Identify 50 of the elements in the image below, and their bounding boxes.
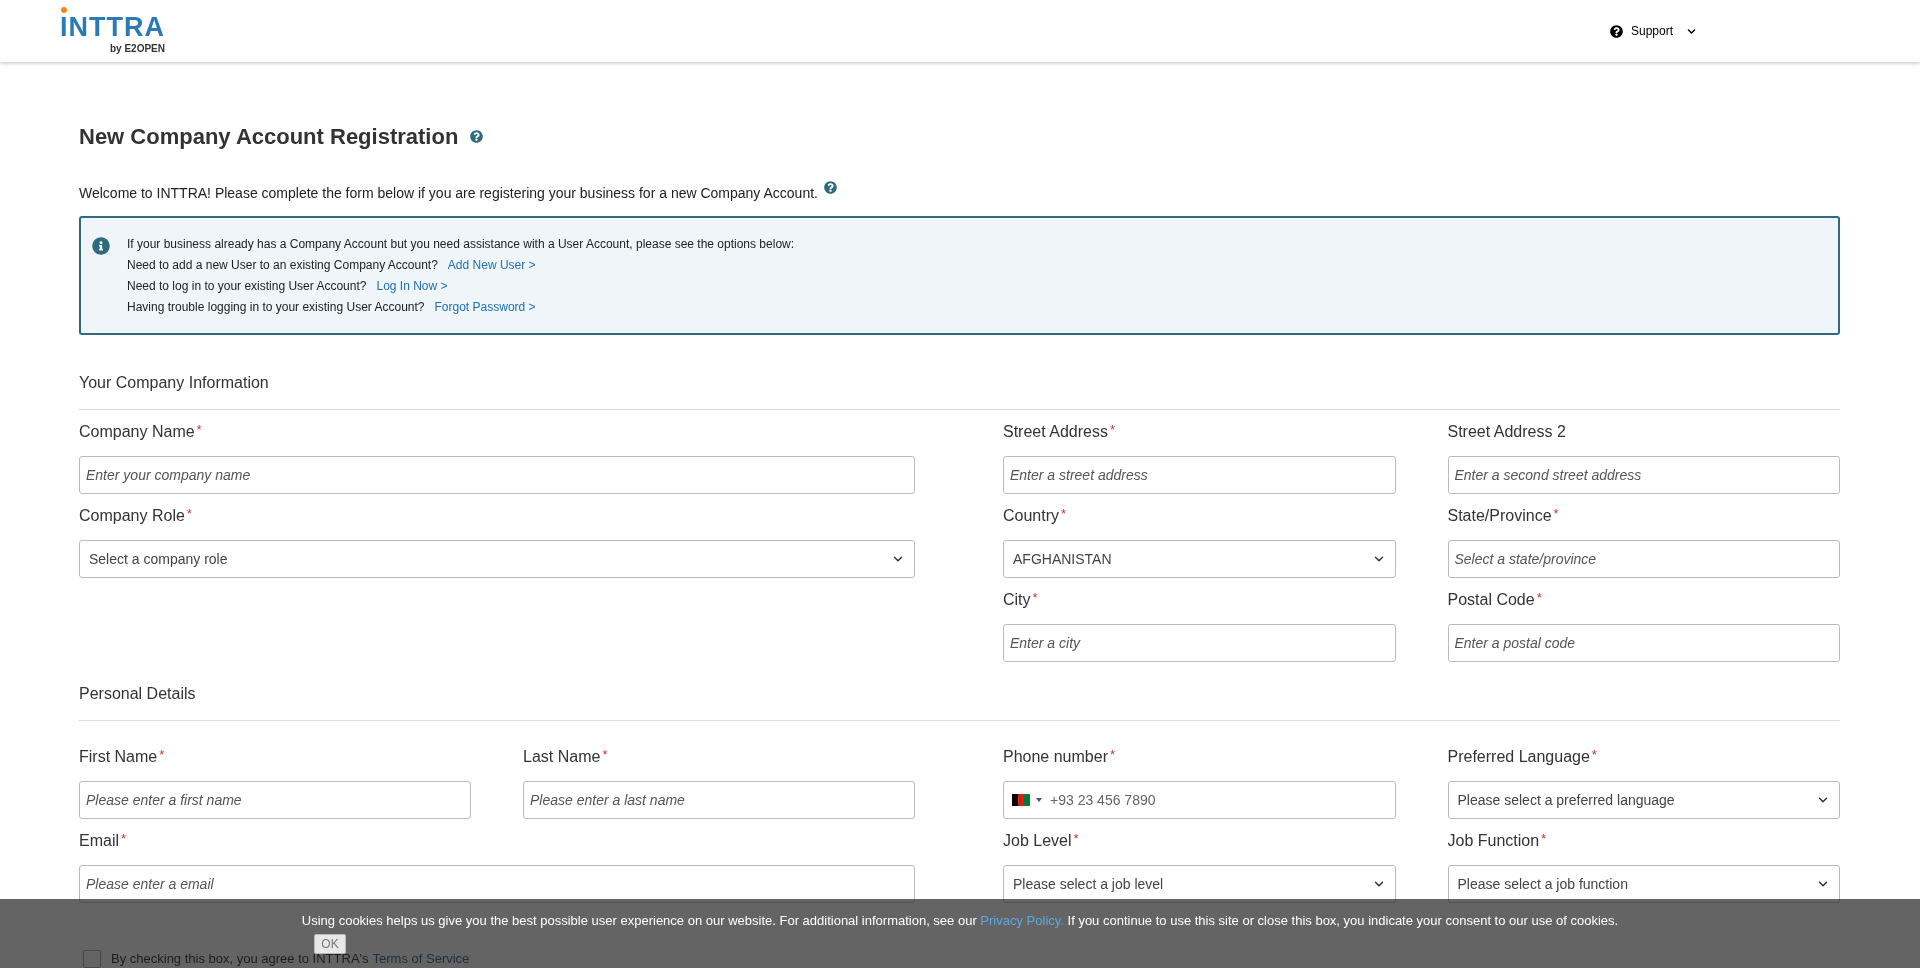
field-label: Postal Code* <box>1447 589 1542 610</box>
field-label: Phone number* <box>1003 746 1116 767</box>
help-icon[interactable] <box>823 181 837 194</box>
field-label: Job Level* <box>1003 830 1079 851</box>
phone-field[interactable]: +93 23 456 7890 <box>1003 781 1396 819</box>
info-text: Need to add a new User to an existing Company Account? <box>127 257 438 273</box>
field-label: Street Address* <box>1003 421 1115 442</box>
info-link[interactable]: Add New User > <box>447 257 536 273</box>
section-title: Your Company Information <box>79 371 1840 410</box>
text-field[interactable]: Enter a second street address <box>1447 456 1840 494</box>
chevron-icon <box>1687 26 1696 36</box>
welcome-text: Welcome to INTTRA! Please complete the form below if you are registering your business for a new Company Account. <box>79 184 818 203</box>
field-label: Company Name* <box>79 421 202 442</box>
field-label: State/Province* <box>1447 505 1559 526</box>
phone-number-input[interactable]: +93 23 456 7890 <box>1048 782 1395 818</box>
select-field[interactable]: AFGHANISTAN <box>1003 540 1396 578</box>
ok-button[interactable]: OK <box>314 933 346 954</box>
field-label: First Name* <box>79 746 165 767</box>
caret-icon <box>1036 798 1042 802</box>
field-label: Preferred Language* <box>1447 746 1597 767</box>
select-field[interactable]: Please select a preferred language <box>1447 781 1840 819</box>
page-title: New Company Account Registration <box>79 123 459 151</box>
text-field[interactable]: Enter a postal code <box>1447 624 1840 662</box>
text-field[interactable]: Please enter a first name <box>79 781 471 819</box>
text-field[interactable]: Enter a city <box>1003 624 1396 662</box>
info-text: Having trouble logging in to your existing User Account? <box>127 299 425 315</box>
field-label: Job Function* <box>1447 830 1547 851</box>
field-label: Email* <box>79 830 127 851</box>
help-icon <box>1609 24 1623 38</box>
field-label: City* <box>1003 589 1038 610</box>
text-field[interactable]: Please enter a last name <box>523 781 915 819</box>
text-field[interactable]: Select a state/province <box>1447 540 1840 578</box>
info-icon <box>92 237 110 255</box>
flag-icon <box>1012 794 1030 806</box>
logo[interactable]: INTTRA by E2OPEN <box>60 7 165 55</box>
field-label: Company Role* <box>79 505 192 526</box>
cookie-text: Using cookies helps us give you the best possible user experience on our website. For additional information, see our Privacy Policy. If you continue to use this site or close this box, you indicate your consent to our use of cookies. <box>301 912 1619 930</box>
field-label: Last Name* <box>523 746 608 767</box>
info-link[interactable]: Forgot Password > <box>434 299 536 315</box>
info-text: If your business already has a Company Account but you need assistance with a User Account, please see the options below: <box>127 236 795 252</box>
select-field[interactable]: Select a company role <box>79 540 915 578</box>
info-link[interactable]: Log In Now > <box>376 278 448 294</box>
text-field[interactable]: Enter your company name <box>79 456 915 494</box>
support-menu[interactable]: Support <box>1609 22 1696 40</box>
help-icon[interactable] <box>470 130 484 143</box>
info-text: Need to log in to your existing User Account? <box>127 278 367 294</box>
field-label: Street Address 2 <box>1447 422 1566 442</box>
section-title: Personal Details <box>79 682 1840 721</box>
text-field[interactable]: Enter a street address <box>1003 456 1396 494</box>
field-label: Country* <box>1003 505 1067 526</box>
